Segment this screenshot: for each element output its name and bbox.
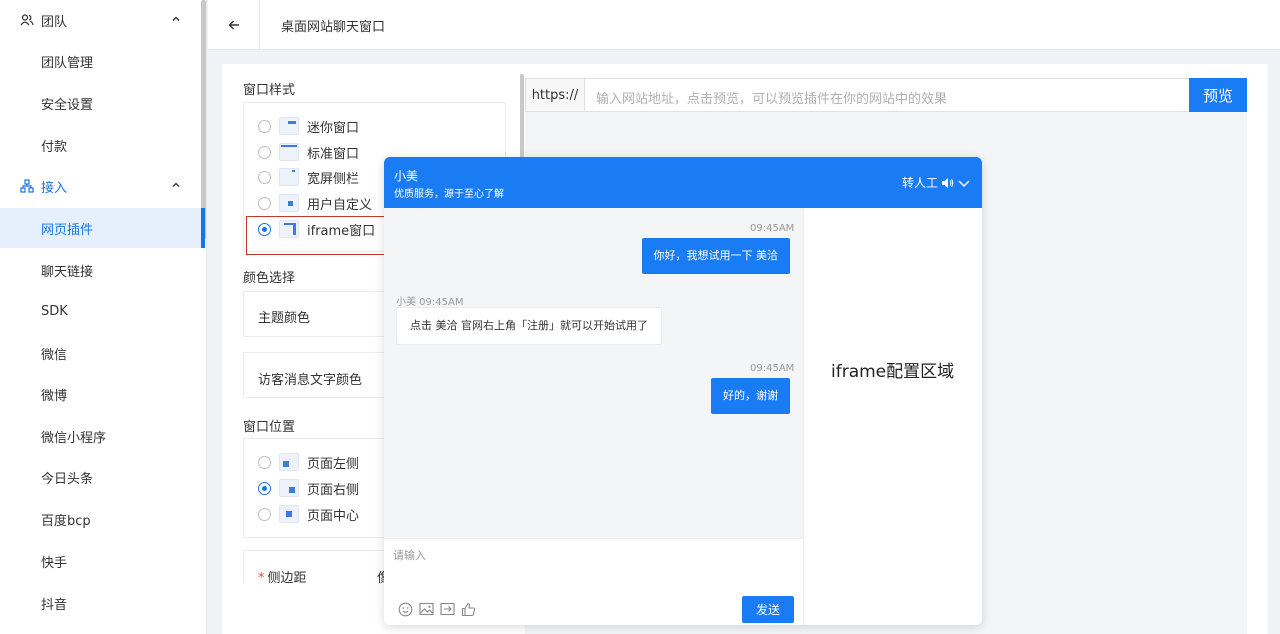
sidebar-item-label: 微信小程序 xyxy=(41,430,107,446)
left-position-icon xyxy=(279,453,299,471)
position-option-right[interactable]: 页面右侧 xyxy=(258,477,359,499)
access-icon xyxy=(20,179,34,193)
sidebar-item-label: 网页插件 xyxy=(41,222,94,238)
iframe-option-highlight xyxy=(246,216,385,255)
right-position-icon xyxy=(279,479,299,497)
radio-button[interactable] xyxy=(258,455,271,469)
sidebar-item-label: 百度bcp xyxy=(41,513,91,529)
sidebar-item-label: 快手 xyxy=(41,555,68,571)
sidebar-item-sdk[interactable]: SDK xyxy=(0,291,205,331)
arrow-left-icon xyxy=(228,20,239,30)
mini-window-icon xyxy=(279,117,299,135)
chevron-up-icon xyxy=(170,13,182,25)
iframe-area-label: iframe配置区域 xyxy=(831,362,955,382)
url-bar: https:// 输入网站地址，点击预览，可以预览插件在你的网站中的效果 xyxy=(525,78,1247,112)
sidebar-item-label: SDK xyxy=(41,303,68,319)
sidebar-item-label: 今日头条 xyxy=(41,471,94,487)
radio-button[interactable] xyxy=(258,119,271,133)
sidebar-item-chat-link[interactable]: 聊天链接 xyxy=(0,250,205,290)
radio-button[interactable] xyxy=(258,507,271,521)
chat-message-input[interactable]: 请输入 xyxy=(393,547,426,563)
message-time: 09:45AM xyxy=(750,223,795,234)
agent-message-bubble: 点击 美洽 官网右上角「注册」就可以开始试用了 xyxy=(396,307,662,345)
url-protocol-prefix: https:// xyxy=(526,79,585,111)
sidebar-item-web-plugin[interactable]: 网页插件 xyxy=(0,208,205,248)
chat-header: 小美 优质服务，源于至心了解 转人工 xyxy=(384,157,982,208)
sidebar-item-toutiao[interactable]: 今日头条 xyxy=(0,457,205,497)
sidebar-item-label: 团队管理 xyxy=(41,55,94,71)
chat-window-preview: 小美 优质服务，源于至心了解 转人工 09:45AM 你好，我想试用一下 美洽 … xyxy=(384,157,982,625)
sidebar-item-label: 微信 xyxy=(41,347,68,363)
sidebar-group-label: 团队 xyxy=(41,14,68,30)
sidebar-item-security[interactable]: 安全设置 xyxy=(0,83,205,123)
image-icon[interactable] xyxy=(418,601,434,617)
sidebar-item-kuaishou[interactable]: 快手 xyxy=(0,541,205,581)
sidebar-group-access[interactable]: 接入 xyxy=(0,166,200,206)
radio-button[interactable] xyxy=(258,170,271,184)
standard-window-icon xyxy=(279,143,299,161)
sidebar-item-baidu-bcp[interactable]: 百度bcp xyxy=(0,499,205,539)
visitor-message-bubble: 你好，我想试用一下 美洽 xyxy=(641,238,790,274)
color-title: 颜色选择 xyxy=(243,271,296,286)
window-style-title: 窗口样式 xyxy=(243,83,296,98)
window-style-option-mini[interactable]: 迷你窗口 xyxy=(258,115,359,137)
iframe-config-area: iframe配置区域 xyxy=(803,208,982,625)
sidebar-item-douyin[interactable]: 抖音 xyxy=(0,583,205,623)
position-title: 窗口位置 xyxy=(243,420,296,435)
sidebar-item-label: 付款 xyxy=(41,139,68,155)
top-bar: 桌面网站聊天窗口 xyxy=(208,0,1280,50)
agent-name: 小美 xyxy=(394,169,419,183)
sidebar-item-weibo[interactable]: 微博 xyxy=(0,374,205,414)
radio-button[interactable] xyxy=(258,145,271,159)
chat-input-area: 请输入 发送 xyxy=(384,538,803,625)
agent-subtitle: 优质服务，源于至心了解 xyxy=(394,189,504,200)
file-transfer-icon[interactable] xyxy=(439,601,455,617)
sidebar-item-wechat-miniprogram[interactable]: 微信小程序 xyxy=(0,416,205,456)
widescreen-sidebar-icon xyxy=(279,168,299,186)
radio-button-checked[interactable] xyxy=(258,481,271,495)
radio-button[interactable] xyxy=(258,196,271,210)
position-option-left[interactable]: 页面左侧 xyxy=(258,451,359,473)
position-option-center[interactable]: 页面中心 xyxy=(258,503,359,525)
sidebar-item-payment[interactable]: 付款 xyxy=(0,125,205,165)
chevron-down-icon[interactable] xyxy=(957,177,971,189)
window-style-option-custom[interactable]: 用户自定义 xyxy=(258,192,372,214)
sidebar: 团队 团队管理 安全设置 付款 接入 网页插件 聊天链接 SDK 微信 微博 微… xyxy=(0,0,207,634)
window-style-option-widescreen[interactable]: 宽屏侧栏 xyxy=(258,166,359,188)
page-title: 桌面网站聊天窗口 xyxy=(281,20,386,35)
chat-toolbar xyxy=(397,601,476,617)
emoji-icon[interactable] xyxy=(397,601,413,617)
preview-button[interactable]: 预览 xyxy=(1189,78,1247,112)
speaker-icon[interactable] xyxy=(941,177,954,189)
sidebar-item-label: 安全设置 xyxy=(41,97,94,113)
sidebar-item-wechat[interactable]: 微信 xyxy=(0,333,205,373)
sidebar-group-team[interactable]: 团队 xyxy=(0,0,200,40)
thumbs-up-icon[interactable] xyxy=(460,601,476,617)
message-time: 09:45AM xyxy=(750,363,795,374)
transfer-label: 转人工 xyxy=(901,176,938,190)
url-input[interactable]: 输入网站地址，点击预览，可以预览插件在你的网站中的效果 xyxy=(596,88,947,107)
transfer-to-human-button[interactable]: 转人工 xyxy=(902,174,971,191)
sidebar-item-label: 聊天链接 xyxy=(41,264,94,280)
chat-messages: 09:45AM 你好，我想试用一下 美洽 小美 09:45AM 点击 美洽 官网… xyxy=(384,208,803,538)
sidebar-item-label: 抖音 xyxy=(41,597,68,613)
window-style-option-standard[interactable]: 标准窗口 xyxy=(258,141,359,163)
sidebar-item-label: 微博 xyxy=(41,388,68,404)
sidebar-item-team-management[interactable]: 团队管理 xyxy=(0,41,205,81)
message-time: 小美 09:45AM xyxy=(396,297,464,308)
back-button[interactable] xyxy=(208,0,260,50)
chevron-up-icon xyxy=(170,179,182,191)
team-icon xyxy=(20,13,34,27)
sidebar-group-label: 接入 xyxy=(41,180,68,196)
send-button[interactable]: 发送 xyxy=(742,596,794,623)
center-position-icon xyxy=(279,505,299,523)
visitor-message-bubble: 好的，谢谢 xyxy=(711,378,790,414)
custom-window-icon xyxy=(279,194,299,212)
